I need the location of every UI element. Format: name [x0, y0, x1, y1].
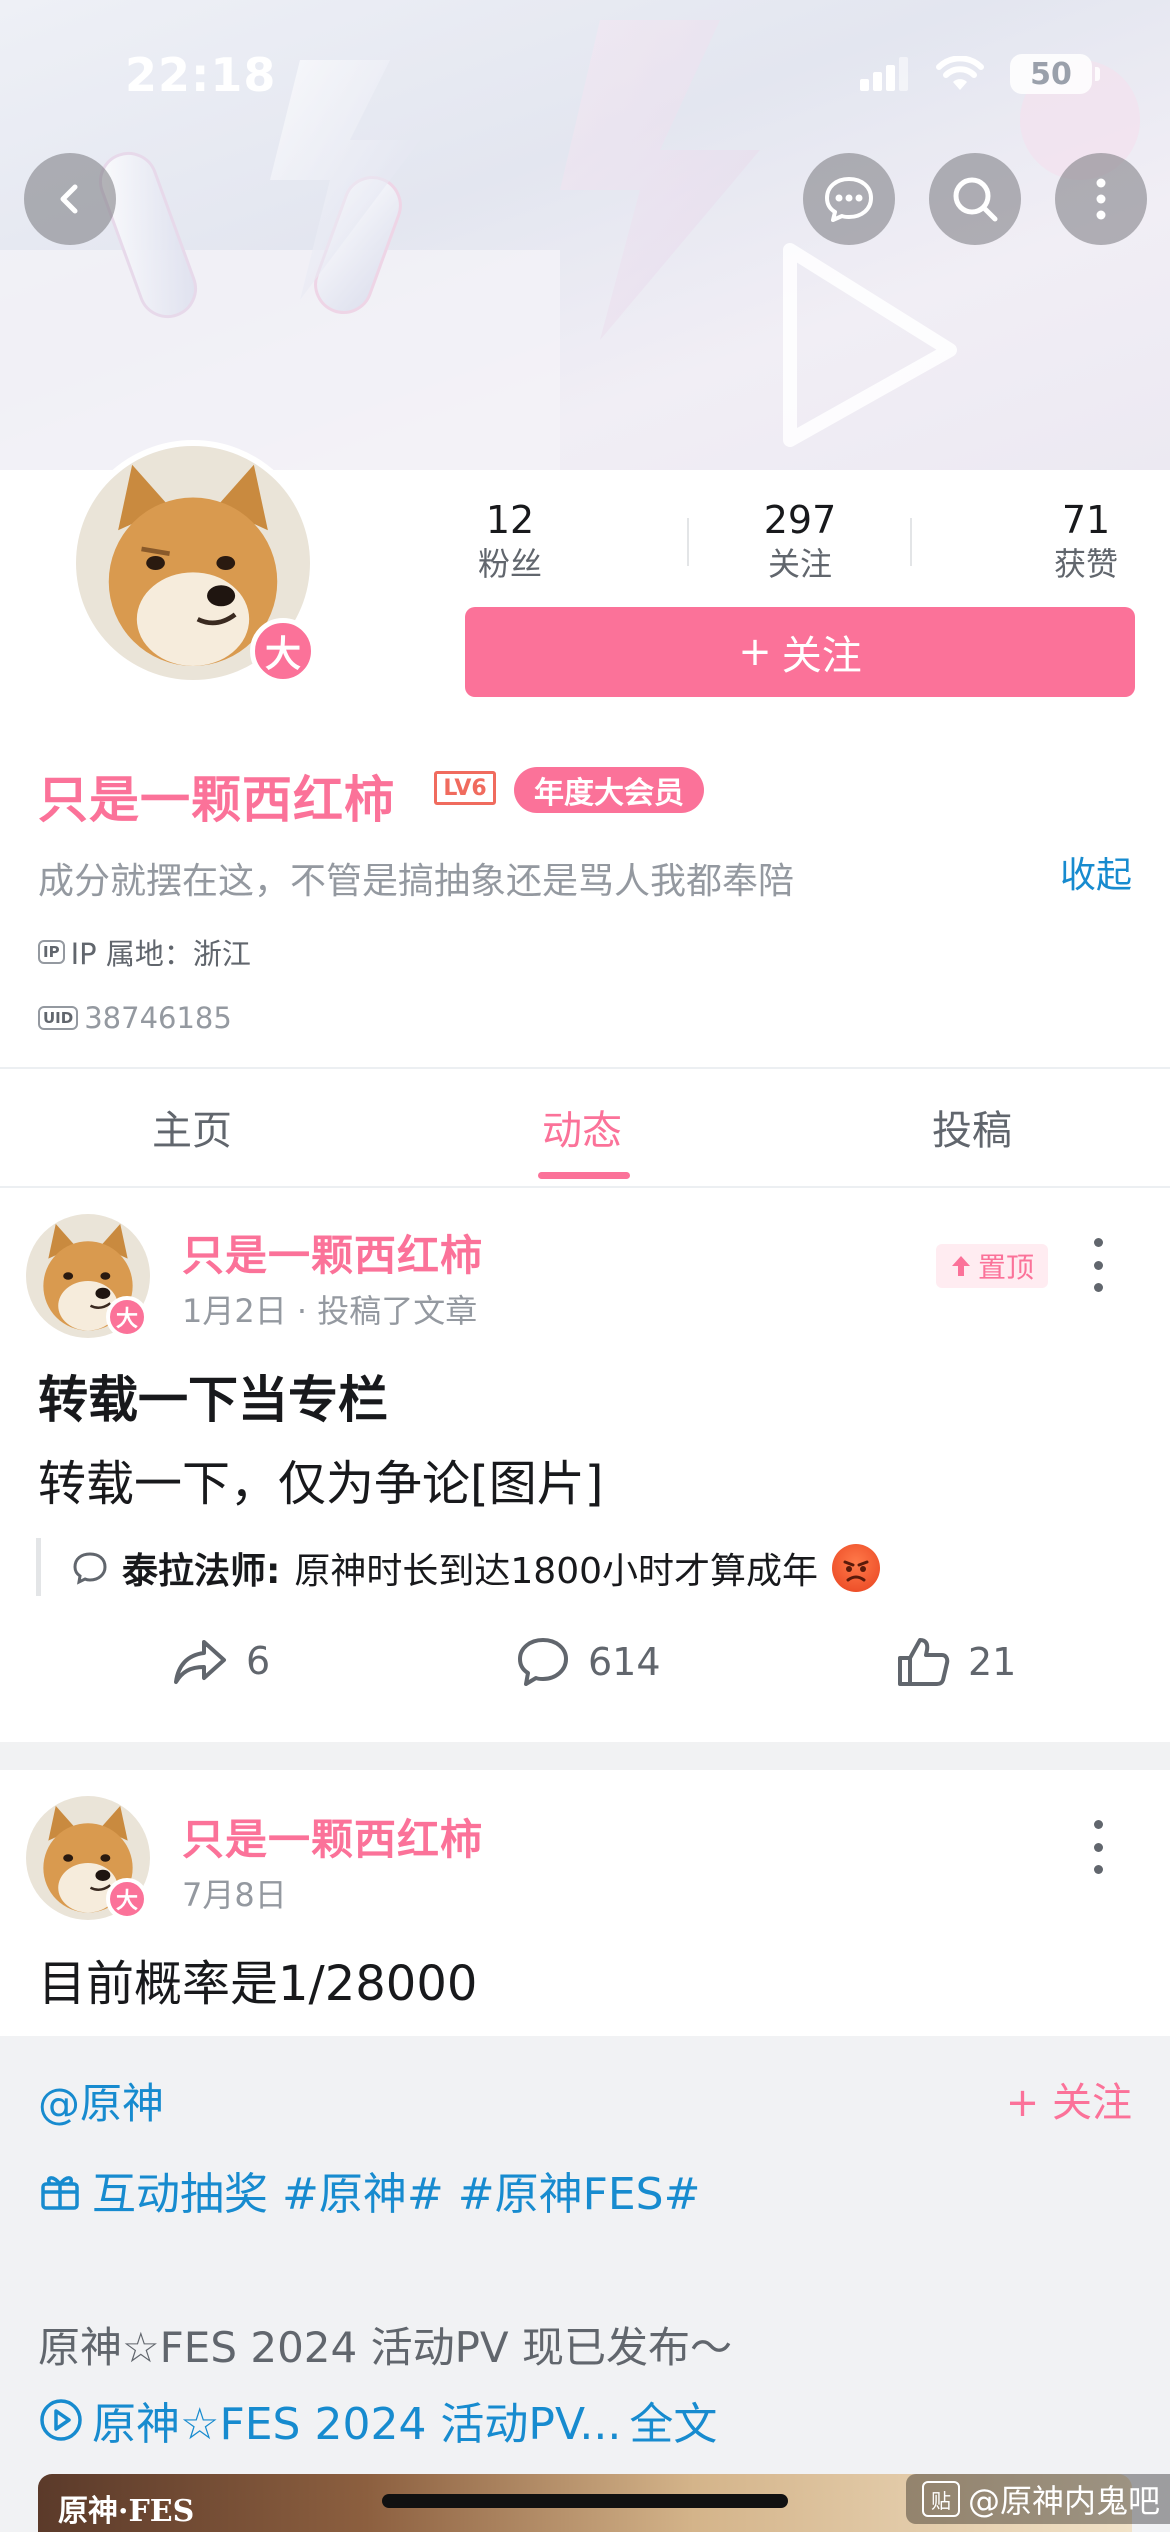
uid-icon: UID: [38, 1006, 79, 1030]
tab-dynamics[interactable]: 动态: [542, 1098, 622, 1156]
comment-bubble-icon: [73, 1552, 107, 1585]
comment-icon: [518, 1638, 568, 1686]
follow-label: 关注: [781, 633, 862, 679]
post-title[interactable]: 转载一下当专栏: [38, 1360, 388, 1432]
uid-line[interactable]: UID 38746185: [38, 1001, 232, 1035]
post-subtitle: 1月2日 · 投稿了文章: [182, 1292, 478, 1330]
repost-body: 原神☆FES 2024 活动PV 现已发布～: [38, 2323, 733, 2372]
post-text[interactable]: 转载一下，仅为争论[图片]: [38, 1444, 603, 1514]
like-icon: [898, 1638, 950, 1686]
dot: [1093, 1260, 1103, 1270]
more-button[interactable]: [1055, 153, 1147, 245]
tab-submissions[interactable]: 投稿: [932, 1098, 1012, 1156]
like-count: 21: [968, 1640, 1017, 1684]
share-button[interactable]: 6: [172, 1636, 270, 1686]
post-subtitle: 7月8日: [182, 1876, 287, 1914]
feed-separator: [0, 1742, 1170, 1770]
wifi-icon: [936, 56, 984, 90]
dot: [1093, 1842, 1103, 1852]
repost-card[interactable]: [0, 2036, 1170, 2532]
level-badge: LV6: [434, 771, 496, 805]
profile-username: 只是一颗西红柿: [38, 771, 395, 829]
search-button[interactable]: [929, 153, 1021, 245]
share-count: 6: [246, 1639, 271, 1683]
post-text[interactable]: 目前概率是1/28000: [38, 1944, 477, 2014]
repost-video-link[interactable]: 原神☆FES 2024 活动PV... 全文: [38, 2388, 717, 2452]
back-icon: [60, 184, 78, 214]
stat-likes[interactable]: 71 获赞: [1046, 496, 1126, 584]
message-button[interactable]: [803, 153, 895, 245]
signal-icon: [860, 57, 908, 91]
ip-icon: IP: [38, 940, 65, 964]
search-icon: [953, 177, 998, 222]
thumbnail-logo: 原神·FES: [58, 2494, 195, 2529]
vip-badge[interactable]: 年度大会员: [514, 767, 704, 813]
quote-author: 泰拉法师:: [122, 1551, 281, 1592]
divider: [0, 1186, 1170, 1188]
repost-follow-button[interactable]: + 关注: [1006, 2070, 1132, 2128]
plus-icon: +: [738, 629, 772, 675]
pinned-tag: 置顶: [936, 1244, 1049, 1288]
ip-location: IP IP 属地：浙江: [38, 931, 251, 973]
quote-text: 原神时长到达1800小时才算成年: [294, 1551, 819, 1592]
dot: [1093, 1820, 1103, 1829]
home-indicator[interactable]: [382, 2494, 788, 2508]
comment-count: 614: [588, 1640, 661, 1684]
divider: [0, 1067, 1170, 1069]
back-button[interactable]: [24, 153, 116, 245]
stat-following[interactable]: 297 关注: [750, 496, 850, 584]
status-icons: 50: [860, 54, 1100, 94]
arrow-up-icon: [952, 1256, 970, 1276]
post-avatar-badge: 大: [106, 1296, 148, 1338]
gift-icon: [41, 2176, 79, 2210]
watermark-text: @原神内鬼吧: [967, 2482, 1160, 2520]
comment-button[interactable]: 614: [516, 1636, 661, 1688]
angry-emoji-icon: [832, 1544, 881, 1592]
pinned-label: 置顶: [978, 1251, 1035, 1284]
share-icon: [174, 1640, 226, 1684]
repost-link-text: 原神☆FES 2024 活动PV...: [92, 2399, 622, 2450]
ip-location-text: IP 属地：浙江: [70, 937, 251, 971]
full-text-link[interactable]: 全文: [629, 2388, 717, 2452]
status-time: 22:18: [125, 48, 277, 102]
stat-likes-label: 获赞: [1053, 545, 1118, 583]
quote-bar: [36, 1538, 41, 1596]
profile-signature: 成分就摆在这，不管是搞抽象还是骂人我都奉陪: [38, 861, 795, 902]
stat-divider: [910, 518, 912, 566]
stat-divider: [687, 518, 689, 566]
repost-tags-text: 互动抽奖 #原神# #原神FES#: [92, 2169, 701, 2220]
message-icon: [825, 177, 873, 222]
tieba-icon: 贴: [921, 2481, 960, 2517]
play-icon: [40, 2399, 82, 2441]
tab-home[interactable]: 主页: [152, 1098, 232, 1156]
post-author-name[interactable]: 只是一颗西红柿: [182, 1806, 483, 1867]
uid-text: 38746185: [84, 1001, 232, 1035]
post-more-button[interactable]: [1078, 1812, 1118, 1882]
stat-fans-value: 12: [485, 498, 535, 542]
battery-indicator: 50: [1010, 54, 1100, 94]
stat-fans[interactable]: 12 粉丝: [470, 496, 550, 584]
profile-banner: 22:18 50: [0, 0, 1170, 470]
active-tab-indicator: [538, 1172, 630, 1179]
dot: [1093, 1238, 1103, 1247]
stat-following-label: 关注: [767, 545, 832, 583]
stat-likes-value: 71: [1061, 498, 1111, 542]
repost-author-link[interactable]: @原神: [38, 2070, 164, 2131]
watermark: 贴 @原神内鬼吧: [905, 2474, 1170, 2524]
post-author-name[interactable]: 只是一颗西红柿: [182, 1222, 483, 1283]
stat-following-value: 297: [763, 498, 837, 542]
dot: [1093, 1865, 1103, 1874]
vip-avatar-badge: 大: [250, 618, 316, 684]
repost-tags[interactable]: 互动抽奖 #原神# #原神FES#: [38, 2158, 700, 2222]
more-icon: [1096, 178, 1106, 220]
dot: [1093, 1283, 1103, 1292]
post-avatar-badge: 大: [106, 1878, 148, 1920]
follow-button[interactable]: + 关注: [465, 607, 1135, 697]
stat-fans-label: 粉丝: [477, 545, 542, 583]
like-button[interactable]: 21: [896, 1636, 1016, 1688]
post-more-button[interactable]: [1078, 1230, 1118, 1300]
hot-comment[interactable]: 泰拉法师: 原神时长到达1800小时才算成年: [72, 1542, 881, 1594]
collapse-button[interactable]: 收起: [1060, 846, 1132, 898]
profile-avatar[interactable]: 大: [70, 440, 316, 686]
